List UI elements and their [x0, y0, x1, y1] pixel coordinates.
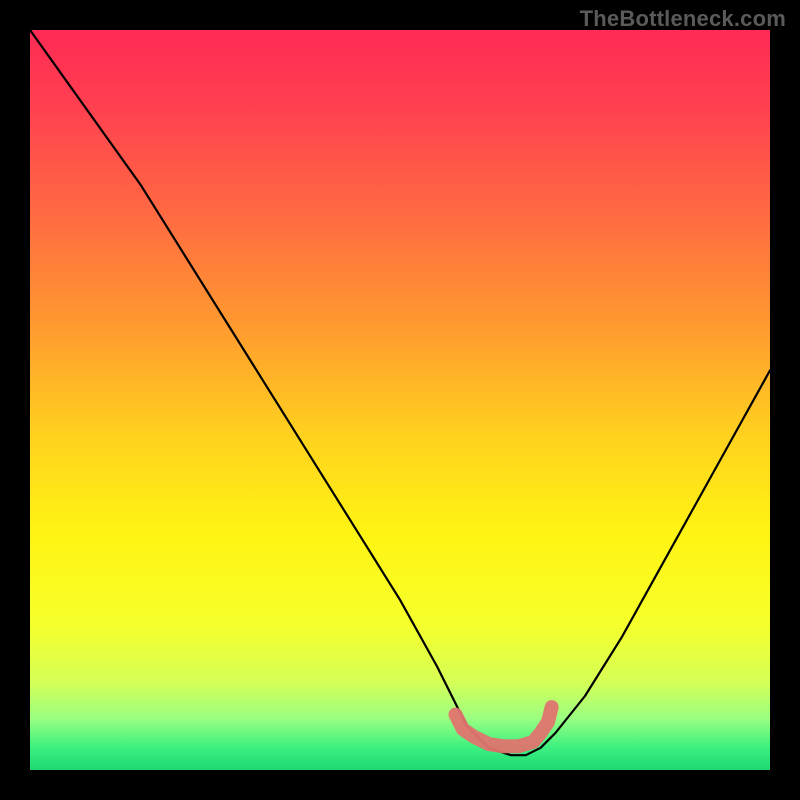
- chart-stage: TheBottleneck.com: [0, 0, 800, 800]
- plot-background: [30, 30, 770, 770]
- bottleneck-chart: [0, 0, 800, 800]
